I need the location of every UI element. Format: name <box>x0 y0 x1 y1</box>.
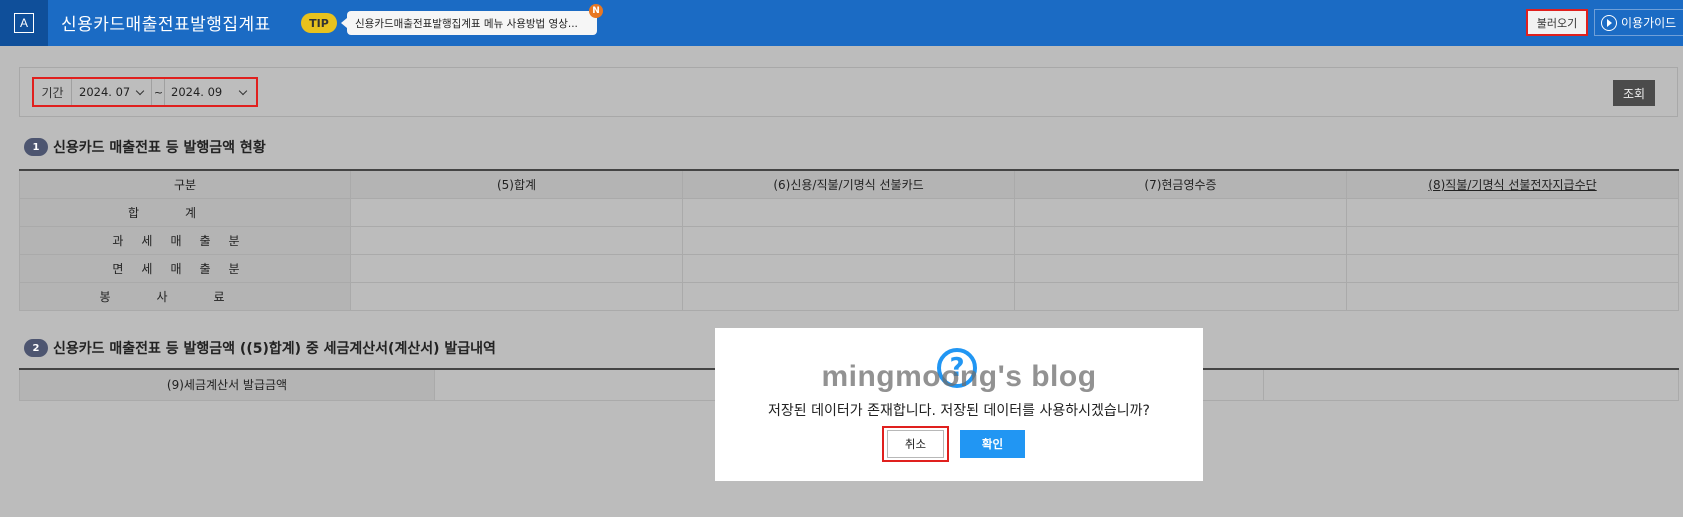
period-end-select[interactable]: 2024. 09 <box>165 79 254 105</box>
table-row: 과세매출분 <box>19 225 1679 255</box>
column-header: (5)합계 <box>350 169 683 199</box>
cancel-button[interactable]: 취소 <box>882 426 949 462</box>
amount-cell[interactable] <box>350 197 683 227</box>
amount-cell[interactable] <box>682 281 1015 311</box>
amount-cell[interactable] <box>1346 197 1679 227</box>
amount-cell[interactable] <box>350 225 683 255</box>
header-bar: A 신용카드매출전표발행집계표 TIP 신용카드매출전표발행집계표 메뉴 사용방… <box>0 0 1683 46</box>
period-end-value: 2024. 09 <box>171 85 223 99</box>
dialog-message: 저장된 데이터가 존재합니다. 저장된 데이터를 사용하시겠습니까? <box>768 403 1150 419</box>
section1-title: 1 신용카드 매출전표 등 발행금액 현황 <box>24 137 266 157</box>
row-label: 봉사료 <box>19 281 351 311</box>
chevron-down-icon <box>238 86 248 96</box>
amount-cell[interactable] <box>682 225 1015 255</box>
section2-title: 2 신용카드 매출전표 등 발행금액 ((5)합계) 중 세금계산서(계산서) … <box>24 338 496 358</box>
query-button[interactable]: 조회 <box>1613 80 1655 106</box>
section2-number: 2 <box>24 339 48 357</box>
tip-video-link[interactable]: 신용카드매출전표발행집계표 메뉴 사용방법 영상... <box>347 11 597 35</box>
table-header-row: 구분 (5)합계 (6)신용/직불/기명식 선불카드 (7)현금영수증 (8)직… <box>19 169 1679 199</box>
amount-cell[interactable] <box>350 281 683 311</box>
amount-cell[interactable] <box>682 253 1015 283</box>
period-label: 기간 <box>34 79 72 105</box>
new-badge: N <box>589 4 603 18</box>
period-start-value: 2024. 07 <box>79 85 131 99</box>
app-icon-glyph: A <box>14 13 34 33</box>
period-selector: 기간 2024. 07 ~ 2024. 09 <box>32 77 258 107</box>
filter-bar: 기간 2024. 07 ~ 2024. 09 조회 <box>19 67 1678 117</box>
column-header: (6)신용/직불/기명식 선불카드 <box>682 169 1015 199</box>
amount-cell[interactable] <box>682 197 1015 227</box>
column-header: 구분 <box>19 169 351 199</box>
app-icon[interactable]: A <box>0 0 48 46</box>
amount-cell[interactable] <box>1263 368 1679 401</box>
row-label: 합계 <box>19 197 351 227</box>
period-separator: ~ <box>153 79 165 105</box>
issuance-summary-table: 구분 (5)합계 (6)신용/직불/기명식 선불카드 (7)현금영수증 (8)직… <box>19 169 1679 311</box>
table-row: 봉사료 <box>19 281 1679 311</box>
section1-title-text: 신용카드 매출전표 등 발행금액 현황 <box>53 140 266 156</box>
confirm-button[interactable]: 확인 <box>960 430 1025 458</box>
chevron-down-icon <box>135 86 145 96</box>
amount-cell[interactable] <box>1014 253 1347 283</box>
page-title: 신용카드매출전표발행집계표 <box>61 15 271 35</box>
amount-cell[interactable] <box>350 253 683 283</box>
table-row: 면세매출분 <box>19 253 1679 283</box>
amount-cell[interactable] <box>1346 253 1679 283</box>
amount-cell[interactable] <box>1014 225 1347 255</box>
column-header-link[interactable]: (8)직불/기명식 선불전자지급수단 <box>1346 169 1679 199</box>
amount-cell[interactable] <box>1014 281 1347 311</box>
period-start-select[interactable]: 2024. 07 <box>73 79 152 105</box>
amount-cell[interactable] <box>1346 225 1679 255</box>
user-guide-button[interactable]: 이용가이드 <box>1594 9 1683 36</box>
section1-number: 1 <box>24 138 48 156</box>
section2-title-text: 신용카드 매출전표 등 발행금액 ((5)합계) 중 세금계산서(계산서) 발급… <box>53 341 496 357</box>
user-guide-label: 이용가이드 <box>1621 16 1677 30</box>
column-header: (7)현금영수증 <box>1014 169 1347 199</box>
play-icon <box>1601 14 1617 31</box>
column-header: (9)세금계산서 발급금액 <box>19 368 435 401</box>
tip-badge: TIP <box>301 13 337 33</box>
amount-cell[interactable] <box>1014 197 1347 227</box>
table-row: 합계 <box>19 197 1679 227</box>
blog-watermark: mingmoong's blog <box>821 360 1097 393</box>
load-button[interactable]: 불러오기 <box>1526 9 1588 36</box>
row-label: 면세매출분 <box>19 253 351 283</box>
amount-cell[interactable] <box>1346 281 1679 311</box>
row-label: 과세매출분 <box>19 225 351 255</box>
cancel-button-label: 취소 <box>887 430 944 458</box>
confirm-dialog: ? mingmoong's blog 저장된 데이터가 존재합니다. 저장된 데… <box>715 328 1203 481</box>
